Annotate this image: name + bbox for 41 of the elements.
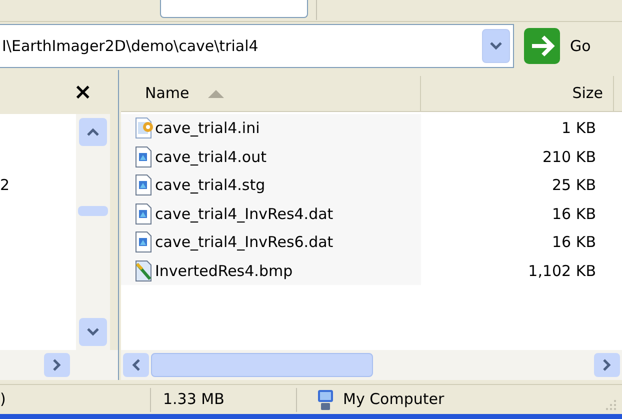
chevron-right-icon (53, 359, 61, 371)
scroll-right-button[interactable] (594, 353, 620, 377)
scroll-right-button[interactable] (44, 353, 70, 377)
document-icon (133, 174, 153, 196)
toolbar-field[interactable] (160, 0, 308, 18)
file-size: 1,102 KB (527, 260, 597, 282)
file-size: 16 KB (551, 232, 597, 253)
status-size: 1.33 MB (162, 389, 226, 410)
chevron-left-icon (132, 359, 140, 371)
file-size: 1 KB (560, 118, 597, 139)
folder-label[interactable]: 2 (0, 174, 10, 196)
column-header[interactable]: Name (121, 76, 421, 111)
dropdown-button[interactable] (482, 29, 510, 63)
address-field[interactable]: I\EarthImager2D\demo\cave\trial4 (0, 24, 514, 68)
file-size: 16 KB (551, 204, 597, 224)
settings-file-icon (133, 117, 153, 140)
image-file-icon (133, 260, 153, 282)
chevron-up-icon (87, 128, 99, 136)
arrow-right-icon (524, 28, 560, 64)
document-icon (133, 231, 153, 254)
scroll-down-button[interactable] (79, 318, 107, 346)
scroll-up-button[interactable] (79, 118, 107, 146)
scroll-left-button[interactable] (123, 353, 149, 377)
status-text: ) (0, 389, 7, 410)
chevron-down-icon (489, 41, 503, 51)
close-pane-button[interactable]: × (74, 76, 92, 108)
document-icon (133, 202, 153, 225)
file-size: 25 KB (551, 175, 597, 196)
horizontal-scrollbar[interactable] (121, 350, 622, 380)
scroll-thumb[interactable] (151, 353, 373, 377)
chevron-down-icon (87, 328, 99, 336)
computer-icon (315, 388, 335, 410)
scroll-thumb[interactable] (78, 206, 108, 216)
resize-grip-icon[interactable] (604, 398, 618, 412)
column-header[interactable]: Size (421, 76, 614, 111)
vertical-scrollbar[interactable] (76, 114, 110, 350)
go-button[interactable]: Go (524, 26, 599, 66)
status-location: My Computer (343, 389, 444, 410)
file-size: 210 KB (541, 146, 597, 168)
chevron-right-icon (603, 359, 611, 371)
document-icon (133, 146, 153, 168)
